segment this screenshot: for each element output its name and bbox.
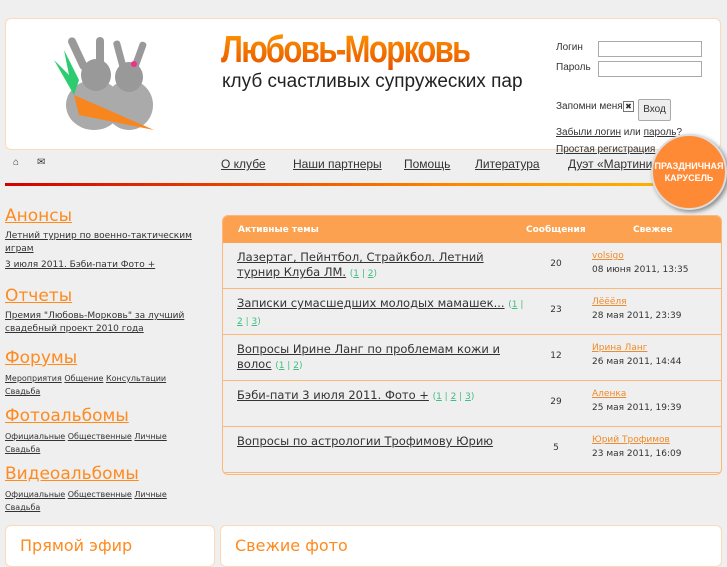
page-link[interactable]: 1 xyxy=(436,392,442,402)
table-row: Лазертаг, Пейнтбол, Страйкбол. Летний ту… xyxy=(223,243,721,289)
reports-section: Отчеты Премия "Любовь-Морковь" за лучший… xyxy=(5,286,210,339)
holiday-carousel-badge[interactable]: ПРАЗДНИЧНАЯ КАРУСЕЛЬ xyxy=(651,134,727,210)
photos-section: Фотоальбомы Официальные Общественные Лич… xyxy=(5,406,210,456)
video-album-link[interactable]: Личные xyxy=(134,490,166,499)
message-count: 20 xyxy=(550,259,562,269)
announce-link[interactable]: 3 июля 2011. Бэби-пати Фото + xyxy=(5,260,155,270)
photo-album-link[interactable]: Свадьба xyxy=(5,445,40,454)
latest-date: 26 мая 2011, 14:44 xyxy=(592,357,682,367)
page-link[interactable]: 1 xyxy=(512,300,518,310)
video-album-link[interactable]: Официальные xyxy=(5,490,65,499)
topic-link[interactable]: Бэби-пати 3 июля 2011. Фото + xyxy=(237,388,429,402)
videos-heading[interactable]: Видеоальбомы xyxy=(5,464,210,484)
photo-album-link[interactable]: Официальные xyxy=(5,432,65,441)
header-topics: Активные темы xyxy=(238,225,319,235)
video-album-link[interactable]: Свадьба xyxy=(5,503,40,512)
announces-heading[interactable]: Анонсы xyxy=(5,206,210,226)
nav-divider xyxy=(5,183,660,186)
home-icon[interactable]: ⌂ xyxy=(13,157,19,168)
or-text: или xyxy=(623,127,641,138)
page-link[interactable]: 1 xyxy=(279,361,285,371)
page-link[interactable]: 3 xyxy=(252,317,258,327)
latest-user-link[interactable]: Лёёёля xyxy=(592,297,627,307)
register-link[interactable]: Простая регистрация xyxy=(556,144,655,155)
page-link[interactable]: 3 xyxy=(465,392,471,402)
page-link[interactable]: 2 xyxy=(451,392,457,402)
message-count: 23 xyxy=(550,305,562,315)
nav-partners[interactable]: Наши партнеры xyxy=(293,157,382,171)
badge-line1: ПРАЗДНИЧНАЯ xyxy=(654,161,724,171)
nav-martini[interactable]: Дуэт «Мартини» xyxy=(568,157,659,171)
video-album-link[interactable]: Общественные xyxy=(68,490,132,499)
latest-date: 28 мая 2011, 23:39 xyxy=(592,311,682,321)
header-messages: Сообщения xyxy=(526,225,586,235)
photo-album-link[interactable]: Общественные xyxy=(68,432,132,441)
fresh-photos-box: Свежие фото xyxy=(220,525,722,567)
fresh-photos-heading: Свежие фото xyxy=(235,536,348,555)
password-input[interactable] xyxy=(598,61,702,77)
badge-line2: КАРУСЕЛЬ xyxy=(664,173,714,183)
forum-link[interactable]: Мероприятия xyxy=(5,374,62,383)
login-button[interactable]: Вход xyxy=(638,99,671,121)
pagination: (1 | 2) xyxy=(349,269,378,279)
page-link[interactable]: 1 xyxy=(353,269,359,279)
table-row: Записки сумасшедших молодых мамашек... (… xyxy=(223,289,721,335)
latest-user-link[interactable]: Аленка xyxy=(592,389,626,399)
bunnies-carrot-logo[interactable] xyxy=(34,35,194,135)
nav-about[interactable]: О клубе xyxy=(221,157,266,171)
header: Любовь-Морковь клуб счастливых супружеск… xyxy=(5,18,721,155)
page-link[interactable]: 2 xyxy=(368,269,374,279)
latest-date: 08 июня 2011, 13:35 xyxy=(592,265,689,275)
reports-heading[interactable]: Отчеты xyxy=(5,286,210,306)
latest-date: 25 мая 2011, 19:39 xyxy=(592,403,682,413)
report-link[interactable]: Премия "Любовь-Морковь" за лучший свадеб… xyxy=(5,311,184,334)
site-subtitle: клуб счастливых супружеских пар xyxy=(222,71,523,92)
forum-link[interactable]: Общение xyxy=(64,374,103,383)
announces-section: Анонсы Летний турнир по военно-тактическ… xyxy=(5,206,210,275)
mail-icon[interactable]: ✉ xyxy=(37,157,45,168)
active-topics-table: Активные темы Сообщения Свежее Лазертаг,… xyxy=(222,215,722,475)
latest-date: 23 мая 2011, 16:09 xyxy=(592,449,682,459)
forgot-login-link[interactable]: Забыли логин xyxy=(556,127,621,138)
photos-heading[interactable]: Фотоальбомы xyxy=(5,406,210,426)
page-link[interactable]: 2 xyxy=(237,317,243,327)
pagination: (1 | 2) xyxy=(275,361,303,371)
remember-checkbox[interactable]: ✖ xyxy=(623,101,634,112)
page-link[interactable]: 2 xyxy=(293,361,299,371)
table-row: Бэби-пати 3 июля 2011. Фото + (1 | 2 | 3… xyxy=(223,381,721,427)
latest-user-link[interactable]: volsigo xyxy=(592,251,624,261)
login-label: Логин xyxy=(556,42,583,53)
table-row: Вопросы по астрологии Трофимову Юрию 5 Ю… xyxy=(223,427,721,473)
password-label: Пароль xyxy=(556,62,591,73)
latest-user-link[interactable]: Юрий Трофимов xyxy=(592,435,670,445)
login-input[interactable] xyxy=(598,41,702,57)
latest-user-link[interactable]: Ирина Ланг xyxy=(592,343,647,353)
nav-help[interactable]: Помощь xyxy=(404,157,450,171)
topic-link[interactable]: Записки сумасшедших молодых мамашек... xyxy=(237,296,505,310)
forum-link[interactable]: Свадьба xyxy=(5,387,40,396)
forum-link[interactable]: Консультации xyxy=(106,374,166,383)
table-header: Активные темы Сообщения Свежее xyxy=(223,216,721,243)
pagination: (1 | 2 | 3) xyxy=(432,392,475,402)
header-latest: Свежее xyxy=(633,225,673,235)
videos-section: Видеоальбомы Официальные Общественные Ли… xyxy=(5,464,210,514)
photo-album-link[interactable]: Личные xyxy=(134,432,166,441)
live-box: Прямой эфир xyxy=(5,525,215,567)
nav-literature[interactable]: Литература xyxy=(475,157,540,171)
remember-label: Запомни меня xyxy=(556,101,623,112)
announce-link[interactable]: Летний турнир по военно-тактическим игра… xyxy=(5,231,192,254)
table-row: Вопросы Ирине Ланг по проблемам кожи и в… xyxy=(223,335,721,381)
topic-link[interactable]: Вопросы по астрологии Трофимову Юрию xyxy=(237,434,493,448)
message-count: 12 xyxy=(550,351,562,361)
message-count: 5 xyxy=(553,443,559,453)
live-heading: Прямой эфир xyxy=(20,536,133,555)
forums-section: Форумы Мероприятия Общение Консультации С… xyxy=(5,348,210,398)
message-count: 29 xyxy=(550,397,562,407)
forums-heading[interactable]: Форумы xyxy=(5,348,210,368)
site-title: Любовь-Морковь xyxy=(221,29,471,71)
